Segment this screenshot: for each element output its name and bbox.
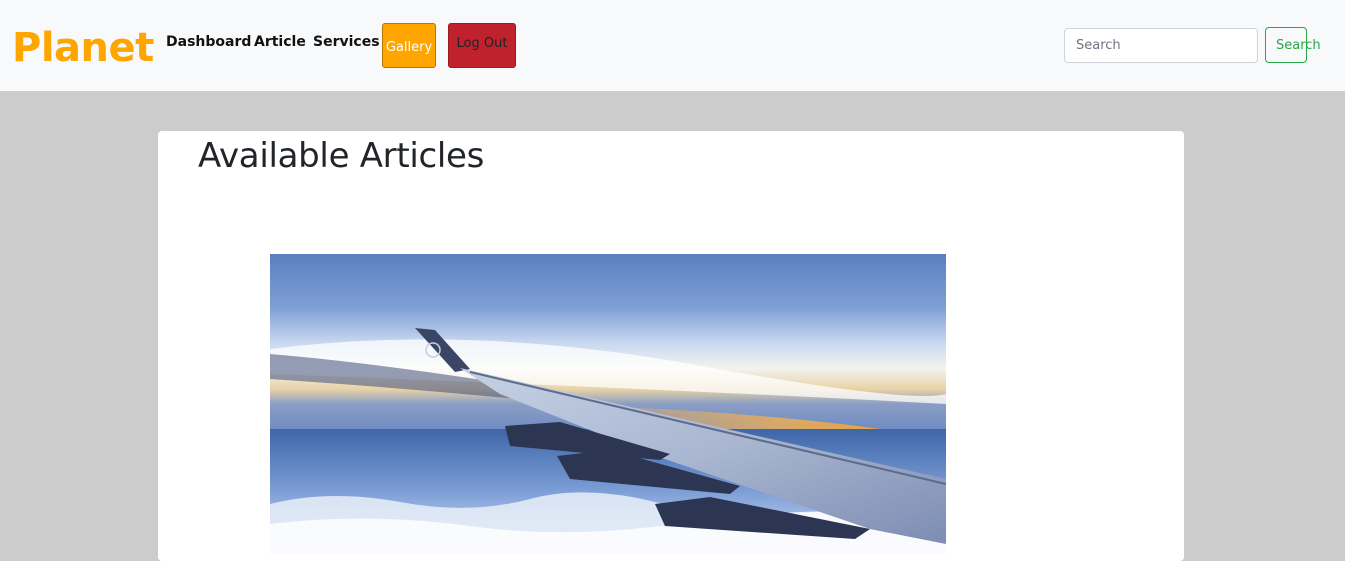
search-button-label: Search [1276, 38, 1321, 53]
top-navbar: Planet Dashboard Article Services Galler… [0, 0, 1345, 91]
nav-link-services[interactable]: Services [313, 33, 380, 51]
page-title: Available Articles [198, 136, 485, 176]
nav-link-dashboard[interactable]: Dashboard [166, 33, 251, 51]
nav-link-article[interactable]: Article [254, 33, 306, 51]
search-input[interactable] [1064, 28, 1258, 63]
articles-card: Available Articles [158, 131, 1184, 561]
logout-button[interactable]: Log Out [448, 23, 516, 68]
brand-logo[interactable]: Planet [12, 22, 154, 74]
gallery-button[interactable]: Gallery [382, 23, 436, 68]
article-image[interactable] [270, 254, 946, 554]
